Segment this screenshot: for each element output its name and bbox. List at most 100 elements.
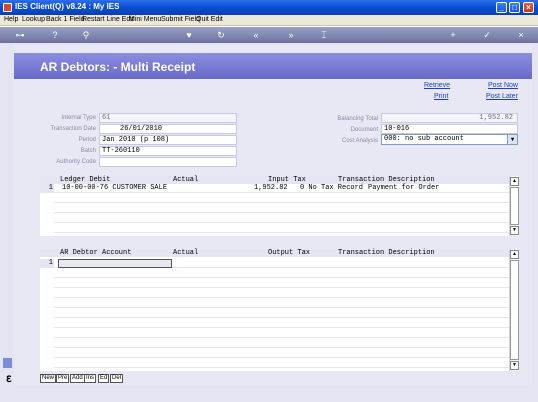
document-field[interactable]: 10-016	[381, 124, 518, 134]
scroll-up-icon[interactable]: ▲	[510, 177, 519, 186]
menu-back-1-field[interactable]: Back 1 Field	[46, 16, 85, 23]
ledger-description-cell[interactable]: Payment for Order	[368, 184, 439, 193]
table-row[interactable]	[54, 289, 519, 298]
bookmark-icon[interactable]: ⌶	[318, 29, 330, 41]
side-panel-tab[interactable]	[3, 358, 12, 368]
menu-mini-menu[interactable]: Mini Menu	[129, 16, 161, 23]
table-row[interactable]	[54, 309, 519, 318]
ins-tab[interactable]: Ins	[84, 374, 97, 383]
menu-help[interactable]: Help	[4, 16, 18, 23]
scroll-thumb[interactable]	[510, 260, 519, 360]
debtor-col-account: AR Debtor Account	[60, 249, 132, 257]
scroll-down-icon[interactable]: ▼	[510, 361, 519, 370]
ledger-grid-header: Ledger Debit Actual Input Tax Transactio…	[40, 176, 519, 184]
authority-code-label: Authority Code	[56, 159, 96, 165]
post-now-link[interactable]: Post Now	[488, 82, 518, 89]
maximize-button[interactable]: □	[509, 2, 520, 13]
transaction-date-label: Transaction Date	[50, 126, 96, 132]
add-tab[interactable]: Add	[70, 374, 85, 383]
debtor-grid-header: AR Debtor Account Actual Output Tax Tran…	[40, 249, 519, 257]
document-icon[interactable]: ℇ	[6, 374, 12, 385]
help-icon[interactable]: ?	[49, 29, 61, 41]
cost-analysis-value: 000: no sub account	[384, 135, 464, 143]
minimize-button[interactable]: _	[496, 2, 507, 13]
ledger-debit-grid: Ledger Debit Actual Input Tax Transactio…	[40, 176, 519, 236]
menu-lookup[interactable]: Lookup	[22, 16, 45, 23]
table-row[interactable]	[54, 349, 519, 358]
debtor-row-number: 1	[40, 259, 54, 268]
table-row[interactable]	[54, 299, 519, 308]
ledger-scrollbar[interactable]: ▲ ▼	[509, 176, 519, 236]
table-row[interactable]: 10-00-00-76 CUSTOMER SALE 1,952.82 0 No …	[54, 184, 519, 193]
key-icon[interactable]: ⊶	[10, 29, 30, 41]
app-icon	[3, 3, 12, 12]
search-icon[interactable]: ⚲	[80, 29, 92, 41]
post-later-link[interactable]: Post Later	[486, 93, 518, 100]
ledger-tax-cell[interactable]: 0 No Tax Record	[300, 184, 363, 193]
batch-field[interactable]: TT-260110	[99, 146, 237, 156]
del-tab[interactable]: Del	[110, 374, 124, 383]
debtor-scrollbar[interactable]: ▲ ▼	[509, 249, 519, 371]
rewind-icon[interactable]: «	[250, 29, 262, 41]
page-header: AR Debtors: - Multi Receipt	[14, 53, 532, 79]
table-row[interactable]	[54, 269, 519, 278]
scroll-up-icon[interactable]: ▲	[510, 250, 519, 259]
close-icon[interactable]: ×	[515, 29, 527, 41]
batch-label: Batch	[80, 148, 96, 154]
table-row[interactable]	[54, 279, 519, 288]
refresh-icon[interactable]: ↻	[215, 29, 227, 41]
toolbar: ⊶ ? ⚲ ♥ ↻ « » ⌶ + ✓ ×	[0, 27, 538, 43]
table-row[interactable]	[54, 214, 519, 223]
ledger-col-actual: Actual	[173, 176, 199, 184]
page-title: AR Debtors: - Multi Receipt	[40, 60, 196, 74]
table-row[interactable]	[54, 194, 519, 203]
pre-tab[interactable]: Pre	[56, 374, 70, 383]
ledger-account-cell[interactable]: 10-00-00-76 CUSTOMER SALE	[62, 184, 167, 193]
cost-analysis-label: Cost Analysis	[341, 138, 378, 144]
window-title: IES Client(Q) v8.24 : My IES	[15, 2, 120, 11]
retrieve-link[interactable]: Retrieve	[424, 82, 450, 89]
add-icon[interactable]: +	[447, 29, 459, 41]
table-row[interactable]	[54, 259, 519, 268]
ledger-col-tax: Input Tax	[268, 176, 306, 184]
debtor-col-description: Transaction Description	[338, 249, 435, 257]
menu-submit-field[interactable]: Submit Field	[161, 16, 200, 23]
balancing-total-field: 1,952.82	[381, 113, 518, 123]
chevron-down-icon[interactable]: ▼	[507, 135, 517, 144]
close-window-button[interactable]: ×	[523, 2, 534, 13]
print-link[interactable]: Print	[434, 93, 448, 100]
ed-tab[interactable]: Ed	[98, 374, 110, 383]
table-row[interactable]	[54, 329, 519, 338]
ledger-col-debit: Ledger Debit	[60, 176, 111, 184]
scroll-down-icon[interactable]: ▼	[510, 226, 519, 235]
ledger-row-number: 1	[40, 184, 54, 193]
internal-type-field: 61	[99, 113, 237, 123]
menu-restart-line-edit[interactable]: Restart Line Edit	[82, 16, 134, 23]
ledger-col-description: Transaction Description	[338, 176, 435, 184]
period-field[interactable]: Jan 2010 (p 108)	[99, 135, 237, 145]
fast-forward-icon[interactable]: »	[285, 29, 297, 41]
menu-bar: Help Lookup Back 1 Field Restart Line Ed…	[0, 15, 538, 26]
table-row[interactable]	[54, 339, 519, 348]
balancing-total-label: Balancing Total	[337, 116, 378, 122]
period-label: Period	[78, 137, 96, 143]
new-tab[interactable]: New	[40, 374, 57, 383]
internal-type-label: Internal Type	[61, 115, 96, 121]
debtor-col-tax: Output Tax	[268, 249, 311, 257]
check-icon[interactable]: ✓	[481, 29, 493, 41]
cost-analysis-dropdown[interactable]: 000: no sub account ▼	[381, 134, 518, 145]
ar-debtor-grid: AR Debtor Account Actual Output Tax Tran…	[40, 249, 519, 371]
table-row[interactable]	[54, 204, 519, 213]
scroll-thumb[interactable]	[510, 187, 519, 225]
authority-code-field[interactable]	[99, 157, 237, 167]
table-row[interactable]	[54, 359, 519, 368]
menu-quit-edit[interactable]: Quit Edit	[196, 16, 223, 23]
heart-icon[interactable]: ♥	[183, 29, 195, 41]
debtor-account-input[interactable]	[58, 259, 172, 268]
ledger-actual-cell[interactable]: 1,952.82	[254, 184, 288, 193]
table-row[interactable]	[54, 319, 519, 328]
transaction-date-field[interactable]: 26/01/2010	[99, 124, 237, 134]
document-label: Document	[350, 127, 378, 133]
debtor-col-actual: Actual	[173, 249, 199, 257]
table-row[interactable]	[54, 224, 519, 233]
